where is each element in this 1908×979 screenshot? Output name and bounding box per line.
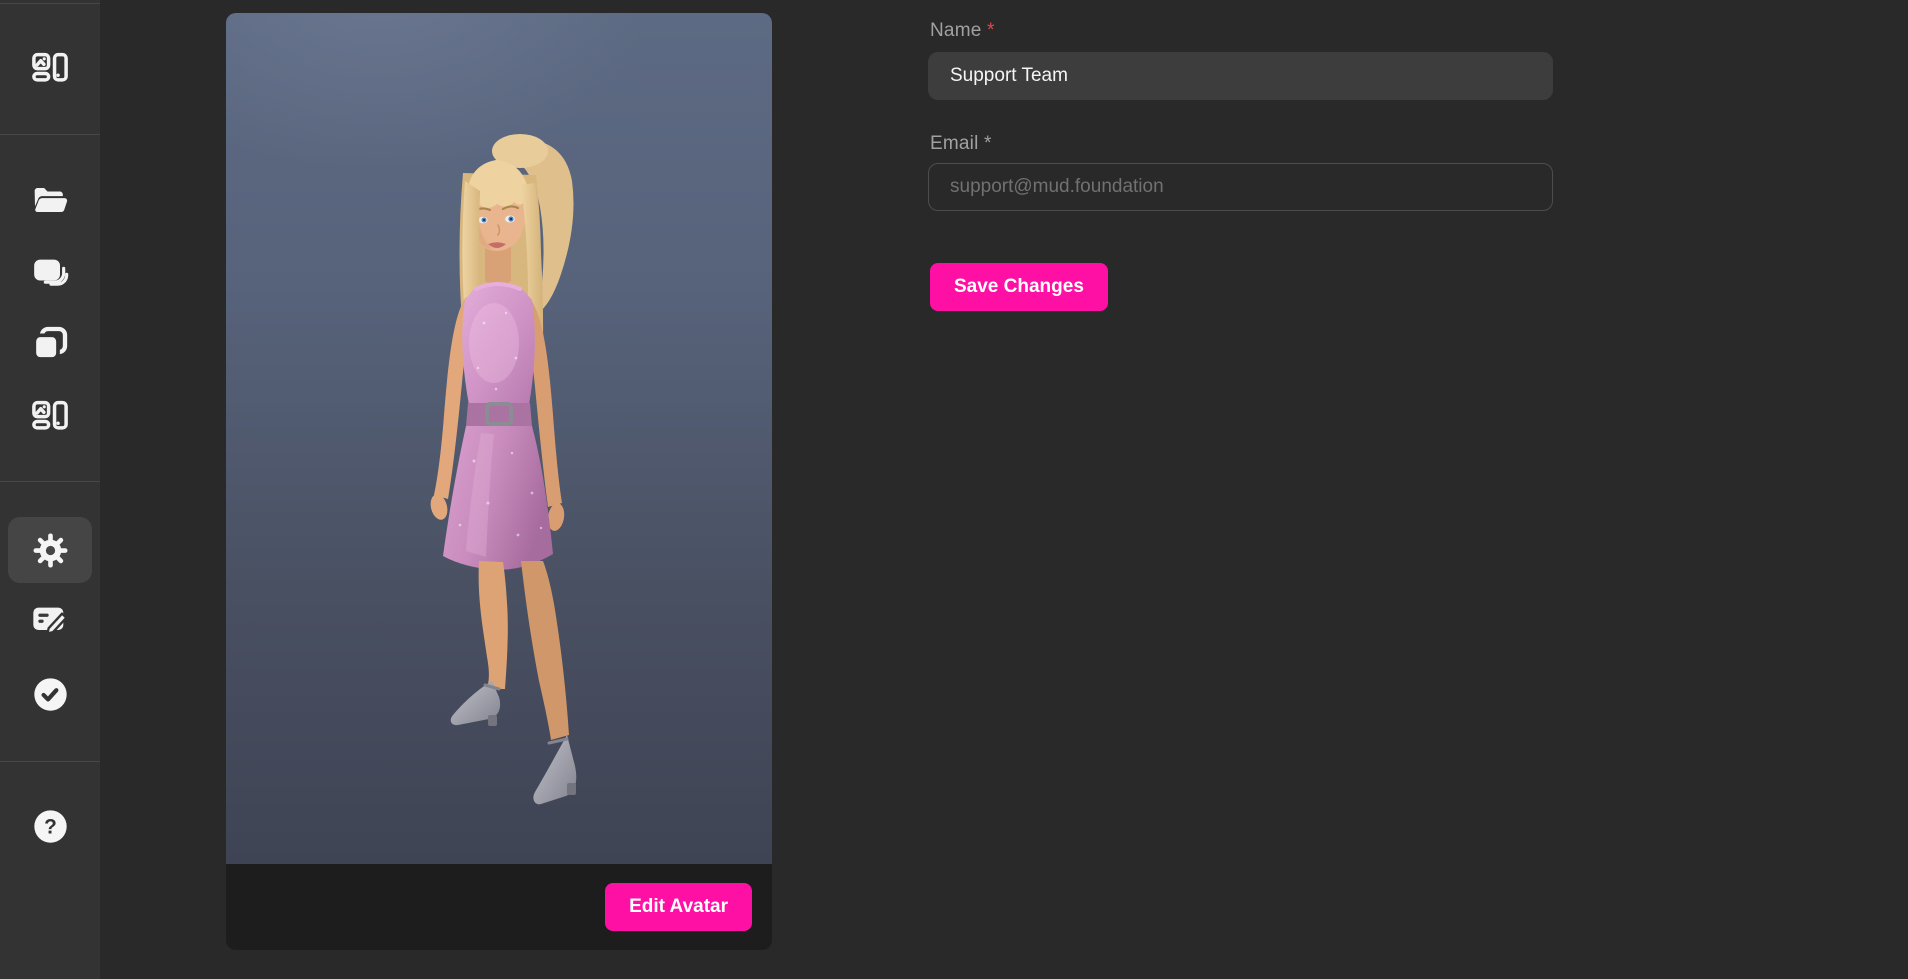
email-input[interactable] — [928, 163, 1553, 211]
save-changes-button[interactable]: Save Changes — [930, 263, 1108, 311]
required-asterisk: * — [984, 133, 992, 154]
avatar-3d-preview — [226, 13, 772, 864]
name-input[interactable] — [928, 52, 1553, 100]
sidebar-divider — [0, 761, 100, 762]
required-asterisk: * — [987, 20, 995, 41]
avatar-panel-footer: Edit Avatar — [226, 864, 772, 950]
media-layout-icon — [29, 48, 71, 90]
folder-open-icon — [30, 182, 70, 222]
sidebar-item-help[interactable]: ? — [0, 793, 100, 859]
help-circle-icon: ? — [32, 808, 69, 845]
media-layout-icon — [29, 396, 71, 438]
copy-pages-icon — [30, 324, 70, 364]
sidebar-item-folder[interactable] — [0, 169, 100, 235]
avatar-3d-viewport[interactable] — [226, 13, 772, 864]
avatar-panel: Edit Avatar — [226, 13, 772, 950]
sidebar-item-media-layout-2[interactable] — [0, 384, 100, 450]
sidebar-divider — [0, 3, 100, 4]
sidebar-divider — [0, 134, 100, 135]
svg-text:?: ? — [44, 815, 57, 838]
sidebar-item-approvals[interactable] — [0, 661, 100, 727]
email-field-label: Email * — [930, 133, 992, 155]
layers-stack-icon — [30, 253, 70, 293]
name-field-label: Name * — [930, 20, 995, 42]
sidebar-item-edit[interactable] — [0, 586, 100, 652]
edit-card-icon — [30, 599, 70, 639]
settings-gear-icon — [32, 532, 69, 569]
check-circle-icon — [32, 676, 69, 713]
sidebar-item-settings[interactable] — [0, 517, 100, 583]
sidebar-divider — [0, 481, 100, 482]
sidebar: ? — [0, 0, 100, 979]
sidebar-item-media-layout[interactable] — [0, 36, 100, 102]
sidebar-item-layers[interactable] — [0, 240, 100, 306]
sidebar-item-pages[interactable] — [0, 311, 100, 377]
edit-avatar-button[interactable]: Edit Avatar — [605, 883, 752, 931]
